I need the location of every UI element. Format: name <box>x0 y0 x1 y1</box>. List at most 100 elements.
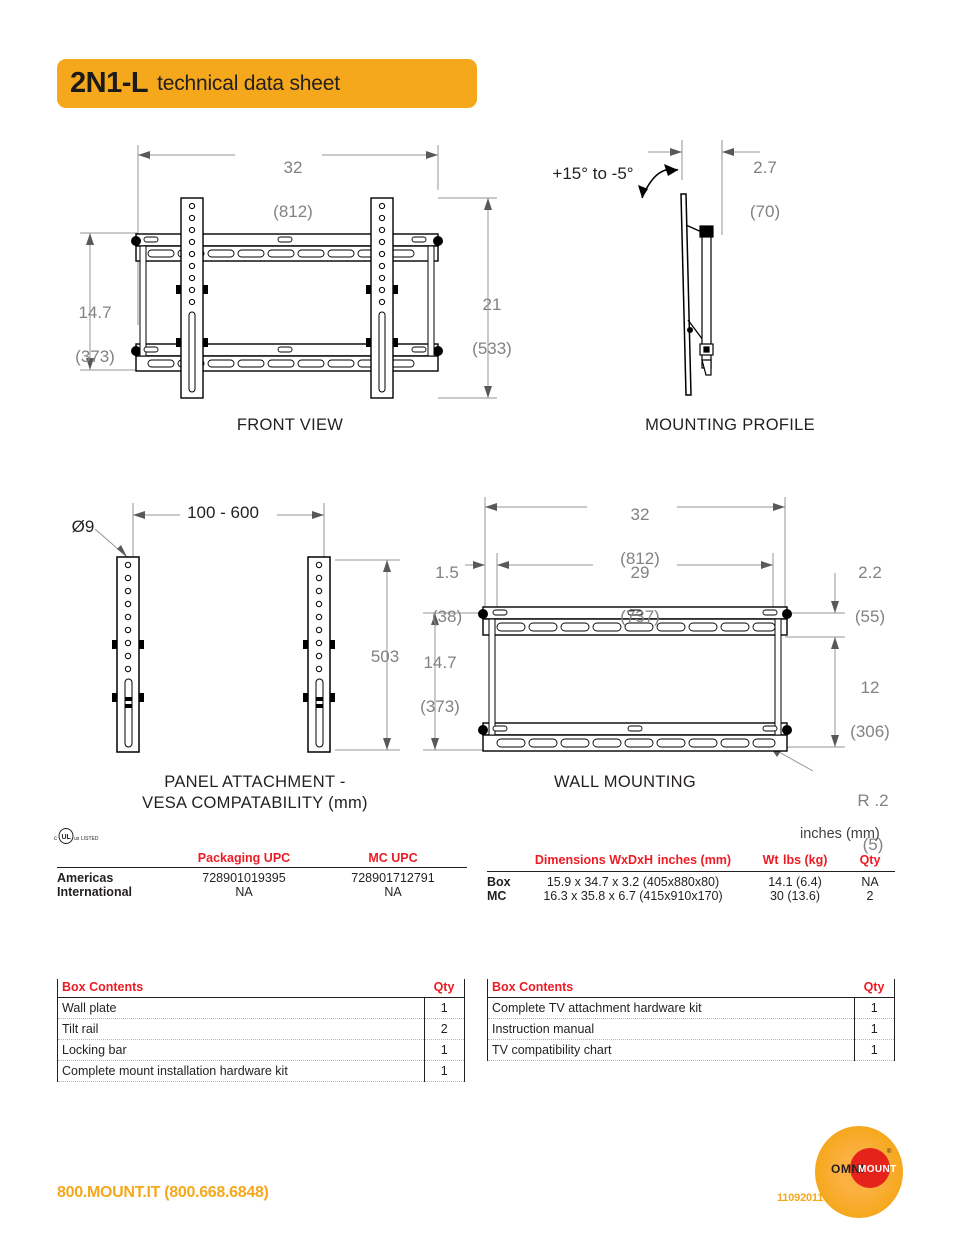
upc-row-mc: NA <box>384 885 402 899</box>
data-sheet-page: 2N1-L technical data sheet 32 (812) 14.7… <box>0 0 954 1235</box>
table-row: Tilt rail 2 <box>58 1018 464 1040</box>
wall-inner-width-dim: 29 (737) <box>585 540 695 628</box>
table-row: Complete mount installation hardware kit… <box>58 1060 464 1082</box>
box-left-item: Tilt rail <box>58 1018 424 1040</box>
wall-radius-dim: R .2 (5) <box>838 768 908 856</box>
wall-mid-height-dim: 12 (306) <box>835 655 905 743</box>
svg-text:LISTED: LISTED <box>81 836 99 842</box>
tilt-range-label: +15° to -5° <box>552 164 634 183</box>
upc-row-region: International <box>57 885 133 899</box>
logo-text-mount: MOUNT <box>858 1164 897 1175</box>
dims-row-weight: 30 (13.6) <box>769 889 821 903</box>
wall-offset-dim: 1.5 (38) <box>412 540 482 628</box>
box-left-item: Locking bar <box>58 1039 424 1061</box>
front-right-height-mm: (533) <box>472 339 512 359</box>
wall-mid-mm: (306) <box>850 722 890 742</box>
profile-depth-inches: 2.7 <box>753 158 777 178</box>
front-view-left-height-dim: 14.7 (373) <box>55 280 135 368</box>
dims-row-label: Box <box>487 875 511 889</box>
wall-height-inches: 14.7 <box>423 653 457 673</box>
box-right-item: TV compatibility chart <box>488 1039 854 1061</box>
front-view-width-dim: 32 (812) <box>238 135 348 223</box>
dims-row-weight: 14.1 (6.4) <box>768 875 822 889</box>
upc-col-mc: MC UPC <box>319 851 467 868</box>
box-left-item: Wall plate <box>58 997 424 1019</box>
vesa-hole-diameter: Ø9 <box>71 517 95 536</box>
box-left-qty: 1 <box>423 1060 464 1082</box>
units-note: inches (mm) <box>800 826 880 842</box>
page-title-subtitle: technical data sheet <box>157 72 340 95</box>
table-row: Wall plate 1 <box>58 997 464 1019</box>
table-row: Locking bar 1 <box>58 1039 464 1061</box>
front-width-mm: (812) <box>273 202 313 222</box>
dims-col-qty: Qty <box>845 851 895 872</box>
box-right-header-row: Box Contents Qty <box>488 979 894 998</box>
wall-width-inches: 32 <box>630 505 650 525</box>
box-left-qty-header: Qty <box>424 979 464 998</box>
upc-row-packaging: NA <box>235 885 253 899</box>
dims-table-header-row: Dimensions WxDxH inches (mm) Wt lbs (kg)… <box>487 851 895 872</box>
box-right-qty: 1 <box>853 997 894 1019</box>
front-width-inches: 32 <box>283 158 303 178</box>
svg-text:c: c <box>54 836 57 842</box>
front-left-height-inches: 14.7 <box>78 303 112 323</box>
upc-table: Packaging UPC MC UPC Americas 7289010193… <box>57 851 467 899</box>
ul-listed-icon: c UL us LISTED <box>54 826 114 846</box>
box-right-item: Instruction manual <box>488 1018 854 1040</box>
upc-row-region: Americas <box>57 871 114 885</box>
table-row: International NA NA <box>57 885 467 899</box>
profile-depth-mm: (70) <box>749 202 781 222</box>
mounting-profile-caption: MOUNTING PROFILE <box>645 416 815 434</box>
logo-trademark-icon: ® <box>887 1148 892 1155</box>
front-view-right-height-dim: 21 (533) <box>452 272 532 360</box>
wall-top-inches: 2.2 <box>858 563 882 583</box>
box-contents-left-table: Box Contents Qty Wall plate 1 Tilt rail … <box>57 979 465 1082</box>
dims-col-dimensions-light: inches (mm) <box>657 853 732 867</box>
box-right-qty: 1 <box>853 1018 894 1040</box>
upc-row-packaging: 728901019395 <box>202 871 286 885</box>
wall-offset-mm: (38) <box>431 607 463 627</box>
table-row: TV compatibility chart 1 <box>488 1039 894 1061</box>
dimensions-table: Dimensions WxDxH inches (mm) Wt lbs (kg)… <box>487 851 895 903</box>
wall-offset-inches: 1.5 <box>435 563 459 583</box>
box-left-qty: 1 <box>423 1039 464 1061</box>
wall-top-offset-dim: 2.2 (55) <box>835 540 905 628</box>
table-row: Americas 728901019395 728901712791 <box>57 868 467 885</box>
upc-col-region <box>57 851 169 868</box>
profile-depth-dim: 2.7 (70) <box>725 135 805 223</box>
upc-table-header-row: Packaging UPC MC UPC <box>57 851 467 868</box>
table-row: MC 16.3 x 35.8 x 6.7 (415x910x170) 30 (1… <box>487 889 895 903</box>
dims-col-dimensions-bold: Dimensions WxDxH <box>534 853 653 867</box>
wall-mounting-caption: WALL MOUNTING <box>553 773 696 791</box>
table-row: Instruction manual 1 <box>488 1018 894 1040</box>
wall-radius-inches: R .2 <box>857 791 889 811</box>
box-left-qty: 1 <box>423 997 464 1019</box>
box-right-header: Box Contents <box>488 979 854 998</box>
dims-col-dimensions: Dimensions WxDxH inches (mm) <box>521 851 745 872</box>
dims-row-dimensions: 15.9 x 34.7 x 3.2 (405x880x80) <box>546 875 720 889</box>
dims-row-dimensions: 16.3 x 35.8 x 6.7 (415x910x170) <box>543 889 723 903</box>
front-right-height-inches: 21 <box>482 295 502 315</box>
box-left-qty: 2 <box>423 1018 464 1040</box>
box-left-item: Complete mount installation hardware kit <box>58 1060 424 1082</box>
wall-mid-inches: 12 <box>860 678 880 698</box>
box-right-item: Complete TV attachment hardware kit <box>488 997 854 1019</box>
dims-col-weight: Wt lbs (kg) <box>745 851 845 872</box>
dims-row-label: MC <box>487 889 507 903</box>
header-banner: 2N1-L technical data sheet <box>57 59 477 108</box>
table-row: Box 15.9 x 34.7 x 3.2 (405x880x80) 14.1 … <box>487 872 895 889</box>
svg-text:us: us <box>74 836 80 842</box>
footer-phone[interactable]: 800.MOUNT.IT (800.668.6848) <box>57 1184 269 1202</box>
wall-top-mm: (55) <box>854 607 886 627</box>
wall-height-mm: (373) <box>420 697 460 717</box>
dims-row-qty: 2 <box>866 889 874 903</box>
omnimount-logo: OMNI MOUNT ® <box>813 1126 905 1218</box>
box-contents-right-table: Box Contents Qty Complete TV attachment … <box>487 979 895 1061</box>
wall-height-dim: 14.7 (373) <box>400 630 480 718</box>
panel-attachment-drawing <box>55 485 455 775</box>
dims-col-weight-light: lbs (kg) <box>782 853 828 867</box>
page-title-model: 2N1-L <box>70 67 149 99</box>
vesa-width-dim: 100 - 600 <box>187 503 259 522</box>
wall-inner-width-inches: 29 <box>630 563 650 583</box>
dims-col-label <box>487 851 521 872</box>
